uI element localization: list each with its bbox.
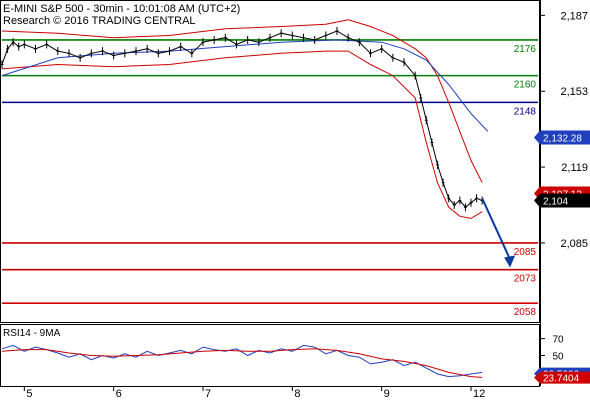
level-label: 2160	[514, 80, 537, 91]
chart-subtitle: Research © 2016 TRADING CENTRAL	[3, 15, 196, 27]
x-tick-label: 5	[26, 388, 32, 400]
rsi-panel-frame	[0, 324, 540, 387]
x-tick-label: 6	[116, 388, 122, 400]
rsi-badge: 23.7404	[534, 371, 590, 385]
rsi-badge-label: 23.7404	[543, 374, 580, 385]
level-label: 2058	[514, 307, 537, 318]
y-tick-label: 2,153	[560, 86, 588, 98]
level-label: 2148	[514, 106, 537, 117]
y-tick-label: 2,119	[561, 162, 588, 174]
price-panel-frame	[0, 0, 540, 323]
rsi-y-tick-label: 70	[552, 335, 564, 346]
rsi-y-tick-label: 50	[552, 352, 564, 363]
y-tick-label: 2,187	[560, 10, 588, 22]
price-badge-label: 2,132.28	[543, 133, 582, 144]
price-badge: 2,104	[534, 193, 590, 208]
chart-svg: 2176 2160 2148 2085 2073 2058 2,187 2,153 2,119…	[0, 0, 590, 400]
trading-chart: 2176 2160 2148 2085 2073 2058 2,187 2,153 2,119…	[0, 0, 590, 400]
x-tick-label: 12	[473, 388, 485, 400]
level-label: 2176	[514, 44, 537, 55]
x-tick-label: 8	[294, 388, 300, 400]
x-tick-label: 7	[205, 388, 211, 400]
x-tick-label: 9	[384, 388, 390, 400]
price-badge-label: 2,104	[543, 197, 568, 208]
price-badge: 2,132.28	[534, 130, 590, 145]
y-tick-label: 2,085	[560, 238, 588, 250]
rsi-title: RSI14 - 9MA	[3, 328, 61, 339]
level-label: 2085	[514, 247, 537, 258]
level-label: 2073	[514, 274, 537, 285]
chart-title: E-MINI S&P 500 - 30min - 10:01:08 AM (UT…	[3, 3, 240, 15]
